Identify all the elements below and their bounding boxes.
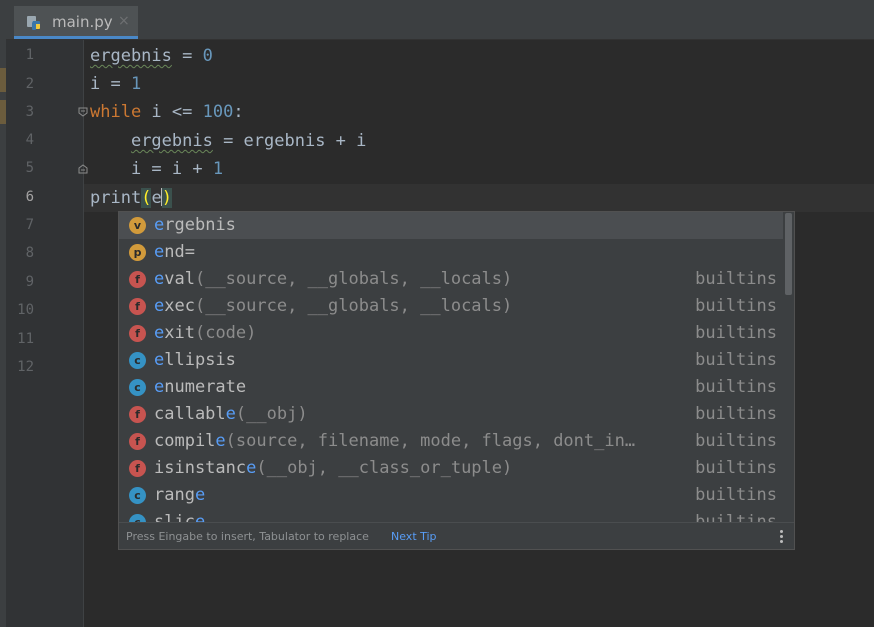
close-tab-icon[interactable]: × <box>118 13 130 29</box>
code-line-5[interactable]: i = i + 1 <box>90 155 223 183</box>
completion-item-name: exec(__source, __globals, __locals) <box>154 296 513 316</box>
function-icon: f <box>129 406 146 423</box>
completion-item-source: builtins <box>695 485 777 505</box>
completion-item-name: ergebnis <box>154 215 236 235</box>
completion-item[interactable]: f exit(code) builtins <box>119 320 783 347</box>
completion-item-name: exit(code) <box>154 323 257 343</box>
completion-footer: Press Eingabe to insert, Tabulator to re… <box>119 522 794 549</box>
fold-start-icon[interactable] <box>78 107 88 117</box>
code-text: = <box>171 46 203 66</box>
function-icon: f <box>129 271 146 288</box>
code-line-6[interactable]: print(e) <box>90 184 172 212</box>
completion-hint: Press Eingabe to insert, Tabulator to re… <box>126 530 369 543</box>
completion-item-source: builtins <box>695 323 777 343</box>
line-number: 10 <box>17 302 34 318</box>
completion-item[interactable]: f exec(__source, __globals, __locals) bu… <box>119 293 783 320</box>
completion-item-source: builtins <box>695 296 777 316</box>
line-number: 4 <box>25 132 34 148</box>
completion-item-name: range <box>154 485 206 505</box>
completion-list[interactable]: v ergebnis p end= f eval(__source, __glo… <box>119 212 783 522</box>
completion-item-name: enumerate <box>154 377 247 397</box>
line-number: 1 <box>25 47 34 63</box>
keyword-while: while <box>90 102 142 122</box>
fold-end-icon[interactable] <box>78 164 88 174</box>
code-completion-popup: v ergebnis p end= f eval(__source, __glo… <box>118 211 795 550</box>
completion-item-name: isinstance(__obj, __class_or_tuple) <box>154 458 513 478</box>
completion-item-source: builtins <box>695 404 777 424</box>
completion-item[interactable]: c enumerate builtins <box>119 374 783 401</box>
completion-item[interactable]: f compile(source, filename, mode, flags,… <box>119 428 783 455</box>
more-options-icon[interactable] <box>780 530 784 544</box>
completion-item-name: callable(__obj) <box>154 404 308 424</box>
line-number: 8 <box>25 245 34 261</box>
code-line-1[interactable]: ergebnis = 0 <box>90 42 213 70</box>
code-text: = ergebnis + i <box>212 131 367 151</box>
number-literal: 100 <box>202 102 234 122</box>
code-text: i <= <box>141 102 203 122</box>
line-number: 11 <box>17 331 34 347</box>
completion-item-source: builtins <box>695 269 777 289</box>
completion-item-name: slice <box>154 512 206 522</box>
line-number: 2 <box>25 76 34 92</box>
current-line-highlight <box>84 184 874 212</box>
function-print: print <box>90 188 142 208</box>
completion-item-source: builtins <box>695 377 777 397</box>
variable-ergebnis: ergebnis <box>90 46 172 66</box>
completion-item[interactable]: c range builtins <box>119 482 783 509</box>
function-icon: f <box>129 325 146 342</box>
line-number: 9 <box>25 274 34 290</box>
python-file-icon <box>27 16 40 30</box>
number-literal: 1 <box>130 74 142 94</box>
function-icon: f <box>129 433 146 450</box>
number-literal: 1 <box>212 159 224 179</box>
editor-tab-bar: main.py × <box>6 0 874 40</box>
class-icon: c <box>129 352 146 369</box>
completion-item[interactable]: c slice builtins <box>119 509 783 522</box>
completion-item-selected[interactable]: v ergebnis <box>119 212 783 239</box>
completion-item-source: builtins <box>695 350 777 370</box>
completion-item-source: builtins <box>695 512 777 522</box>
parameter-icon: p <box>129 244 146 261</box>
line-number-current: 6 <box>25 189 34 205</box>
code-line-2[interactable]: i = 1 <box>90 70 141 98</box>
line-number: 5 <box>25 160 34 176</box>
open-paren: ( <box>141 188 152 208</box>
code-line-3[interactable]: while i <= 100: <box>90 98 244 126</box>
completion-item[interactable]: c ellipsis builtins <box>119 347 783 374</box>
code-text: : <box>233 102 244 122</box>
tab-label: main.py <box>52 13 113 31</box>
scrollbar-thumb[interactable] <box>785 213 792 295</box>
variable-ergebnis: ergebnis <box>130 131 213 151</box>
code-text: i = i + <box>90 159 213 179</box>
completion-item-name: compile(source, filename, mode, flags, d… <box>154 431 636 451</box>
function-icon: f <box>129 298 146 315</box>
line-number: 7 <box>25 217 34 233</box>
completion-item-name: ellipsis <box>154 350 236 370</box>
code-line-4[interactable]: ergebnis = ergebnis + i <box>90 127 366 155</box>
completion-item-source: builtins <box>695 458 777 478</box>
completion-item[interactable]: f isinstance(__obj, __class_or_tuple) bu… <box>119 455 783 482</box>
class-icon: c <box>129 379 146 396</box>
class-icon: c <box>129 487 146 504</box>
line-number: 3 <box>25 104 34 120</box>
line-number-gutter: 1 2 3 4 5 6 7 8 9 10 11 12 <box>6 40 88 627</box>
completion-item[interactable]: f eval(__source, __globals, __locals) bu… <box>119 266 783 293</box>
tab-main-py[interactable]: main.py × <box>14 6 138 39</box>
completion-item-name: eval(__source, __globals, __locals) <box>154 269 513 289</box>
next-tip-link[interactable]: Next Tip <box>391 530 437 543</box>
completion-item[interactable]: p end= <box>119 239 783 266</box>
line-number: 12 <box>17 359 34 375</box>
close-paren: ) <box>161 188 172 208</box>
code-text: i = <box>90 74 131 94</box>
completion-item-source: builtins <box>695 431 777 451</box>
number-literal: 0 <box>202 46 213 66</box>
completion-item[interactable]: f callable(__obj) builtins <box>119 401 783 428</box>
completion-scrollbar[interactable] <box>783 212 794 522</box>
function-icon: f <box>129 460 146 477</box>
class-icon: c <box>129 514 146 522</box>
variable-icon: v <box>129 217 146 234</box>
completion-item-name: end= <box>154 242 195 262</box>
